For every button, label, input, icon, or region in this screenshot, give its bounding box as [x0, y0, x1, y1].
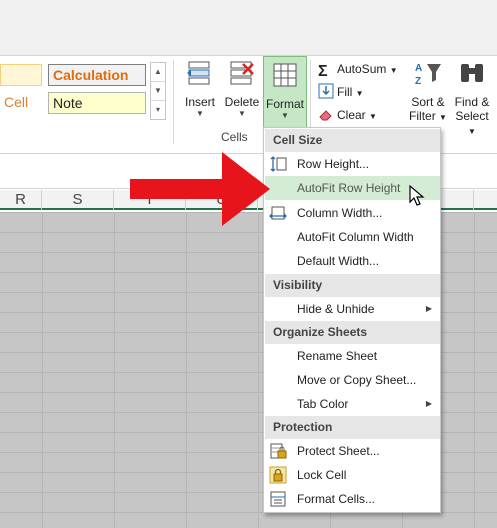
menu-item-label: Lock Cell: [297, 468, 347, 482]
clear-label: Clear: [337, 108, 366, 122]
ribbon-separator: [173, 60, 174, 144]
column-header-s[interactable]: S: [42, 190, 114, 210]
format-cells-icon: [273, 63, 297, 87]
fill-dropdown-icon: ▼: [355, 89, 364, 98]
sort-filter-label-1: Sort &: [411, 95, 445, 109]
menu-item-hide-unhide[interactable]: Hide & Unhide ▶: [265, 297, 440, 321]
find-select-label-1: Find &: [454, 95, 490, 109]
mouse-pointer-icon: [409, 185, 425, 206]
format-cells-icon: [270, 491, 286, 507]
style-cell-partial[interactable]: Cell: [0, 92, 42, 114]
menu-item-label: Row Height...: [297, 157, 370, 171]
menu-item-move-copy-sheet[interactable]: Move or Copy Sheet...: [265, 368, 440, 392]
menu-item-tab-color[interactable]: Tab Color ▶: [265, 392, 440, 416]
fill-label: Fill: [337, 85, 353, 99]
sort-filter-label-2: Filter ▼: [409, 109, 447, 123]
fill-button[interactable]: Fill ▼: [318, 83, 364, 101]
style-note[interactable]: Note: [48, 92, 146, 114]
styles-gallery-scroll[interactable]: ▲ ▼ ▾: [150, 62, 166, 120]
menu-item-label: AutoFit Column Width: [297, 230, 414, 244]
sort-filter-icon: A Z: [415, 63, 441, 87]
insert-dropdown-icon: ▼: [196, 109, 204, 118]
style-cell-partial-top[interactable]: [0, 64, 42, 86]
delete-label: Delete: [224, 95, 260, 109]
gallery-more-icon[interactable]: ▾: [151, 101, 165, 120]
menu-header-organize-sheets: Organize Sheets: [265, 321, 440, 344]
menu-item-lock-cell[interactable]: Lock Cell: [265, 463, 440, 487]
format-dropdown-icon: ▼: [281, 111, 289, 120]
insert-cells-icon: [187, 61, 210, 85]
menu-item-label: Move or Copy Sheet...: [297, 373, 417, 387]
menu-item-label: Protect Sheet...: [297, 444, 380, 458]
menu-item-protect-sheet[interactable]: Protect Sheet...: [265, 439, 440, 463]
menu-item-label: AutoFit Row Height: [297, 181, 401, 195]
delete-button[interactable]: Delete ▼: [222, 58, 262, 126]
gallery-down-icon[interactable]: ▼: [151, 82, 165, 101]
protect-sheet-icon: [270, 443, 287, 459]
grid-line: [186, 212, 187, 528]
sort-filter-button[interactable]: A Z Sort & Filter ▼: [406, 58, 450, 128]
submenu-arrow-icon: ▶: [425, 304, 432, 313]
autosum-icon: Σ: [318, 63, 328, 80]
menu-item-label: Default Width...: [297, 254, 380, 268]
lock-icon: [269, 466, 287, 484]
menu-item-format-cells[interactable]: Format Cells...: [265, 487, 440, 511]
menu-item-default-width[interactable]: Default Width...: [265, 249, 440, 273]
cells-group-label: Cells: [221, 130, 248, 144]
menu-header-cell-size: Cell Size: [265, 129, 440, 152]
svg-text:A: A: [415, 63, 422, 74]
red-arrow-icon: [130, 152, 270, 226]
grid-line: [474, 212, 475, 528]
menu-item-row-height[interactable]: Row Height...: [265, 152, 440, 176]
menu-item-label: Tab Color: [297, 397, 349, 411]
menu-item-rename-sheet[interactable]: Rename Sheet: [265, 344, 440, 368]
eraser-icon: [319, 110, 332, 121]
insert-label: Insert: [184, 95, 215, 109]
submenu-arrow-icon: ▶: [425, 399, 432, 408]
autosum-dropdown-icon: ▼: [389, 66, 398, 75]
fill-down-icon: [318, 83, 334, 99]
delete-dropdown-icon: ▼: [238, 109, 246, 118]
menu-item-label: Rename Sheet: [297, 349, 378, 363]
menu-item-label: Column Width...: [297, 206, 383, 220]
column-header-r[interactable]: R: [0, 190, 42, 210]
svg-text:Z: Z: [415, 76, 421, 87]
binoculars-icon: [461, 64, 483, 82]
grid-line: [258, 212, 259, 528]
grid-line: [42, 212, 43, 528]
find-select-button[interactable]: Find & Select ▼: [450, 58, 494, 136]
menu-item-label: Hide & Unhide: [297, 302, 375, 316]
clear-button[interactable]: Clear ▼: [318, 106, 377, 124]
insert-button[interactable]: Insert ▼: [180, 58, 220, 126]
menu-item-autofit-column-width[interactable]: AutoFit Column Width: [265, 225, 440, 249]
menu-header-visibility: Visibility: [265, 274, 440, 297]
grid-line: [114, 212, 115, 528]
menu-item-label: Format Cells...: [297, 492, 376, 506]
format-button[interactable]: Format ▼: [263, 56, 307, 128]
delete-cells-icon: [230, 61, 254, 85]
menu-header-protection: Protection: [265, 416, 440, 439]
autosum-button[interactable]: Σ AutoSum ▼: [318, 60, 398, 80]
row-height-icon: [270, 156, 287, 172]
autosum-label: AutoSum: [337, 62, 387, 76]
clear-dropdown-icon: ▼: [369, 112, 377, 121]
format-label: Format: [265, 97, 304, 111]
title-bar: [0, 0, 497, 55]
column-width-icon: [269, 206, 287, 220]
find-select-label-2: Select ▼: [455, 109, 489, 136]
style-calculation[interactable]: Calculation: [48, 64, 146, 86]
gallery-up-icon[interactable]: ▲: [151, 63, 165, 82]
